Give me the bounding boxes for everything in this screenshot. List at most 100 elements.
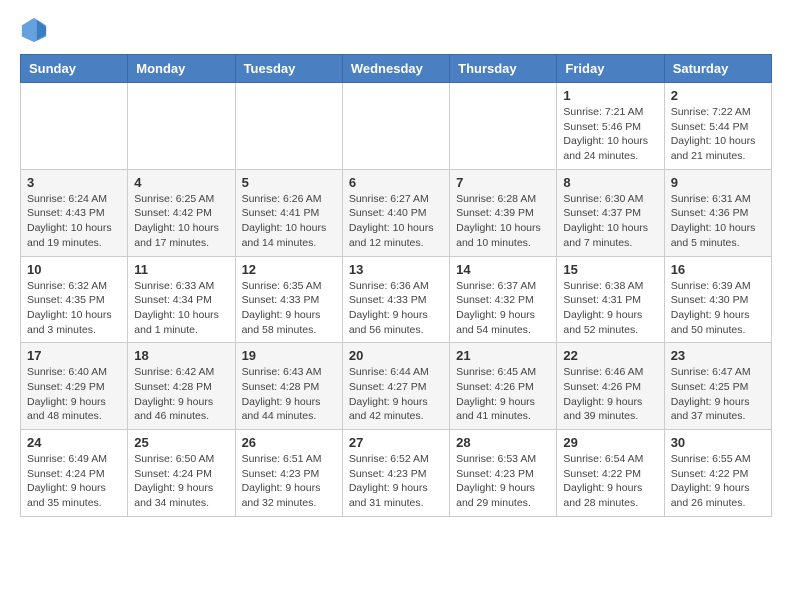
day-number: 18	[134, 348, 228, 363]
day-info: Sunrise: 6:31 AM Sunset: 4:36 PM Dayligh…	[671, 192, 765, 251]
calendar-cell: 6 Sunrise: 6:27 AM Sunset: 4:40 PM Daylig…	[342, 169, 449, 256]
calendar-cell: 13Sunrise: 6:36 AM Sunset: 4:33 PM Dayli…	[342, 256, 449, 343]
day-info: Sunrise: 6:51 AM Sunset: 4:23 PM Dayligh…	[242, 452, 336, 511]
calendar-cell: 25 Sunrise: 6:50 AM Sunset: 4:24 PM Dayli…	[128, 430, 235, 517]
day-info: Sunrise: 6:50 AM Sunset: 4:24 PM Dayligh…	[134, 452, 228, 511]
day-info: Sunrise: 6:39 AM Sunset: 4:30 PM Dayligh…	[671, 279, 765, 338]
day-number: 30	[671, 435, 765, 450]
day-number: 21	[456, 348, 550, 363]
day-info: Sunrise: 7:21 AM Sunset: 5:46 PM Dayligh…	[563, 105, 657, 164]
day-number: 9	[671, 175, 765, 190]
header-friday: Friday	[557, 55, 664, 83]
calendar-cell: 21 Sunrise: 6:45 AM Sunset: 4:26 PM Dayli…	[450, 343, 557, 430]
day-info: Sunrise: 6:43 AM Sunset: 4:28 PM Dayligh…	[242, 365, 336, 424]
day-number: 3	[27, 175, 121, 190]
calendar-cell: 19 Sunrise: 6:43 AM Sunset: 4:28 PM Dayli…	[235, 343, 342, 430]
day-info: Sunrise: 6:24 AM Sunset: 4:43 PM Dayligh…	[27, 192, 121, 251]
day-number: 24	[27, 435, 121, 450]
calendar-cell	[128, 83, 235, 170]
header-thursday: Thursday	[450, 55, 557, 83]
calendar-cell: 30 Sunrise: 6:55 AM Sunset: 4:22 PM Dayli…	[664, 430, 771, 517]
calendar-cell: 8 Sunrise: 6:30 AM Sunset: 4:37 PM Daylig…	[557, 169, 664, 256]
day-info: Sunrise: 6:54 AM Sunset: 4:22 PM Dayligh…	[563, 452, 657, 511]
day-info: Sunrise: 6:32 AM Sunset: 4:35 PM Dayligh…	[27, 279, 121, 338]
day-info: Sunrise: 6:37 AM Sunset: 4:32 PM Dayligh…	[456, 279, 550, 338]
calendar-cell: 28 Sunrise: 6:53 AM Sunset: 4:23 PM Dayli…	[450, 430, 557, 517]
calendar-cell	[235, 83, 342, 170]
day-number: 16	[671, 262, 765, 277]
calendar-cell: 1 Sunrise: 7:21 AM Sunset: 5:46 PM Daylig…	[557, 83, 664, 170]
calendar-cell: 7Sunrise: 6:28 AM Sunset: 4:39 PM Daylig…	[450, 169, 557, 256]
day-number: 28	[456, 435, 550, 450]
calendar-cell	[21, 83, 128, 170]
calendar-cell: 22 Sunrise: 6:46 AM Sunset: 4:26 PM Dayli…	[557, 343, 664, 430]
calendar-week-4: 24Sunrise: 6:49 AM Sunset: 4:24 PM Dayli…	[21, 430, 772, 517]
day-info: Sunrise: 6:30 AM Sunset: 4:37 PM Dayligh…	[563, 192, 657, 251]
day-number: 25	[134, 435, 228, 450]
day-number: 11	[134, 262, 228, 277]
day-info: Sunrise: 6:27 AM Sunset: 4:40 PM Dayligh…	[349, 192, 443, 251]
header-saturday: Saturday	[664, 55, 771, 83]
day-info: Sunrise: 6:28 AM Sunset: 4:39 PM Dayligh…	[456, 192, 550, 251]
day-info: Sunrise: 6:26 AM Sunset: 4:41 PM Dayligh…	[242, 192, 336, 251]
day-number: 12	[242, 262, 336, 277]
calendar-cell: 3 Sunrise: 6:24 AM Sunset: 4:43 PM Daylig…	[21, 169, 128, 256]
day-info: Sunrise: 6:42 AM Sunset: 4:28 PM Dayligh…	[134, 365, 228, 424]
calendar-cell: 23 Sunrise: 6:47 AM Sunset: 4:25 PM Dayli…	[664, 343, 771, 430]
day-info: Sunrise: 6:35 AM Sunset: 4:33 PM Dayligh…	[242, 279, 336, 338]
day-number: 8	[563, 175, 657, 190]
logo	[20, 16, 52, 44]
day-info: Sunrise: 6:53 AM Sunset: 4:23 PM Dayligh…	[456, 452, 550, 511]
header-monday: Monday	[128, 55, 235, 83]
day-info: Sunrise: 7:22 AM Sunset: 5:44 PM Dayligh…	[671, 105, 765, 164]
calendar-cell	[342, 83, 449, 170]
day-info: Sunrise: 6:55 AM Sunset: 4:22 PM Dayligh…	[671, 452, 765, 511]
calendar-week-1: 3 Sunrise: 6:24 AM Sunset: 4:43 PM Daylig…	[21, 169, 772, 256]
day-number: 22	[563, 348, 657, 363]
calendar-cell: 10 Sunrise: 6:32 AM Sunset: 4:35 PM Dayli…	[21, 256, 128, 343]
calendar-cell: 11 Sunrise: 6:33 AM Sunset: 4:34 PM Dayli…	[128, 256, 235, 343]
day-number: 23	[671, 348, 765, 363]
calendar-cell: 18 Sunrise: 6:42 AM Sunset: 4:28 PM Dayli…	[128, 343, 235, 430]
day-number: 27	[349, 435, 443, 450]
calendar-cell: 17Sunrise: 6:40 AM Sunset: 4:29 PM Dayli…	[21, 343, 128, 430]
calendar-week-2: 10 Sunrise: 6:32 AM Sunset: 4:35 PM Dayli…	[21, 256, 772, 343]
day-info: Sunrise: 6:47 AM Sunset: 4:25 PM Dayligh…	[671, 365, 765, 424]
calendar-cell: 24Sunrise: 6:49 AM Sunset: 4:24 PM Dayli…	[21, 430, 128, 517]
day-number: 4	[134, 175, 228, 190]
day-number: 5	[242, 175, 336, 190]
day-number: 2	[671, 88, 765, 103]
day-number: 6	[349, 175, 443, 190]
calendar-cell: 29 Sunrise: 6:54 AM Sunset: 4:22 PM Dayli…	[557, 430, 664, 517]
calendar-cell: 15Sunrise: 6:38 AM Sunset: 4:31 PM Dayli…	[557, 256, 664, 343]
calendar-week-3: 17Sunrise: 6:40 AM Sunset: 4:29 PM Dayli…	[21, 343, 772, 430]
day-info: Sunrise: 6:25 AM Sunset: 4:42 PM Dayligh…	[134, 192, 228, 251]
day-number: 13	[349, 262, 443, 277]
calendar-cell: 14 Sunrise: 6:37 AM Sunset: 4:32 PM Dayli…	[450, 256, 557, 343]
day-number: 26	[242, 435, 336, 450]
calendar-cell	[450, 83, 557, 170]
day-number: 20	[349, 348, 443, 363]
calendar-cell: 27 Sunrise: 6:52 AM Sunset: 4:23 PM Dayli…	[342, 430, 449, 517]
day-number: 10	[27, 262, 121, 277]
day-number: 29	[563, 435, 657, 450]
calendar-header-row: SundayMondayTuesdayWednesdayThursdayFrid…	[21, 55, 772, 83]
day-number: 19	[242, 348, 336, 363]
header	[20, 16, 772, 44]
calendar-cell: 26 Sunrise: 6:51 AM Sunset: 4:23 PM Dayli…	[235, 430, 342, 517]
calendar-cell: 4 Sunrise: 6:25 AM Sunset: 4:42 PM Daylig…	[128, 169, 235, 256]
calendar-cell: 16 Sunrise: 6:39 AM Sunset: 4:30 PM Dayli…	[664, 256, 771, 343]
day-info: Sunrise: 6:46 AM Sunset: 4:26 PM Dayligh…	[563, 365, 657, 424]
calendar-cell: 20Sunrise: 6:44 AM Sunset: 4:27 PM Dayli…	[342, 343, 449, 430]
calendar: SundayMondayTuesdayWednesdayThursdayFrid…	[20, 54, 772, 517]
header-wednesday: Wednesday	[342, 55, 449, 83]
day-info: Sunrise: 6:45 AM Sunset: 4:26 PM Dayligh…	[456, 365, 550, 424]
day-info: Sunrise: 6:52 AM Sunset: 4:23 PM Dayligh…	[349, 452, 443, 511]
day-number: 14	[456, 262, 550, 277]
calendar-cell: 9 Sunrise: 6:31 AM Sunset: 4:36 PM Daylig…	[664, 169, 771, 256]
day-info: Sunrise: 6:33 AM Sunset: 4:34 PM Dayligh…	[134, 279, 228, 338]
day-number: 1	[563, 88, 657, 103]
header-tuesday: Tuesday	[235, 55, 342, 83]
logo-icon	[20, 16, 48, 44]
day-info: Sunrise: 6:38 AM Sunset: 4:31 PM Dayligh…	[563, 279, 657, 338]
